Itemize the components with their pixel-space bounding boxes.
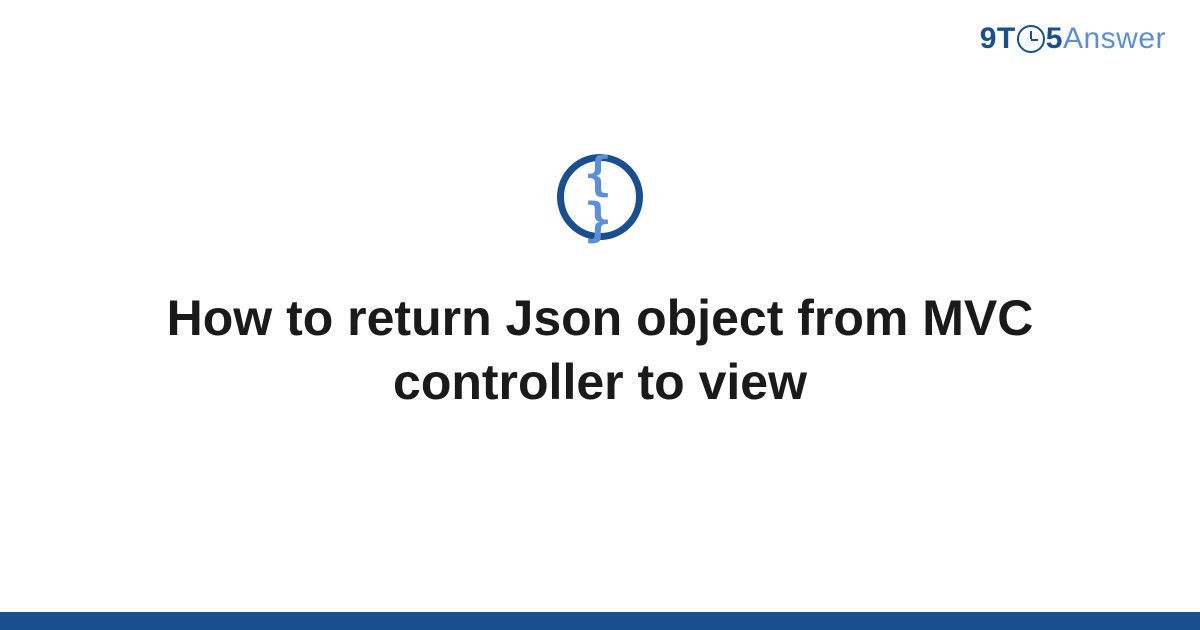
site-logo: 9T 5 Answer [980, 22, 1166, 56]
clock-icon [1017, 25, 1045, 53]
logo-text-9t: 9T [980, 22, 1016, 56]
braces-icon: { } [564, 151, 636, 243]
logo-text-5: 5 [1046, 22, 1063, 56]
logo-text-answer: Answer [1063, 22, 1166, 56]
main-content: { } How to return Json object from MVC c… [0, 154, 1200, 414]
page-title: How to return Json object from MVC contr… [150, 286, 1050, 414]
footer-bar [0, 612, 1200, 630]
topic-icon-circle: { } [557, 154, 643, 240]
